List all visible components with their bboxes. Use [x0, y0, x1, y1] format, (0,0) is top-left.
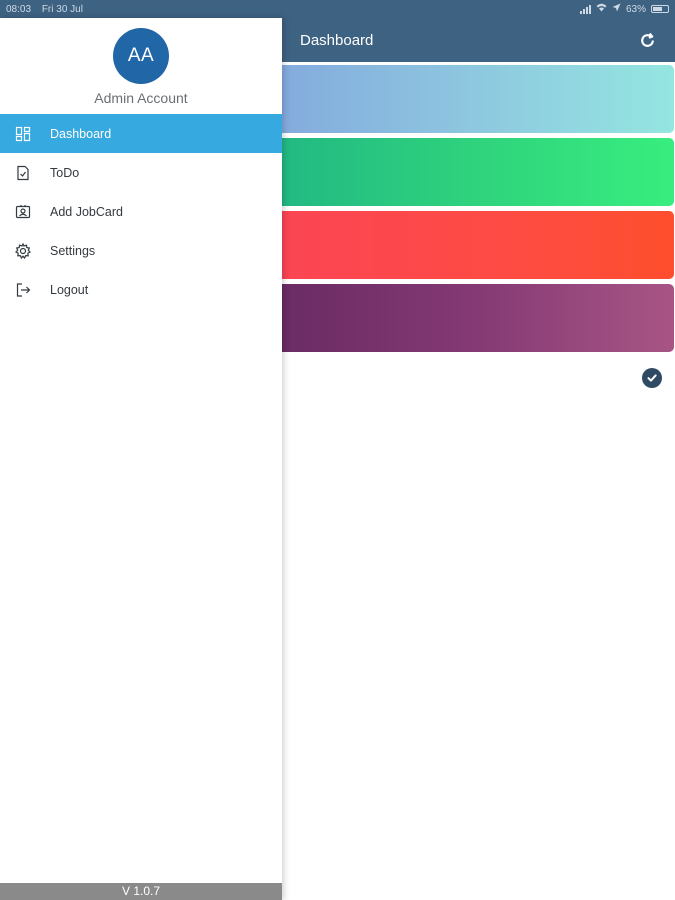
status-right: 63% [579, 3, 669, 15]
location-icon [612, 3, 621, 15]
menu-item-todo[interactable]: ToDo [0, 153, 282, 192]
account-name: Admin Account [94, 90, 188, 106]
menu-label-dashboard: Dashboard [50, 126, 112, 141]
version-label: V 1.0.7 [0, 883, 282, 900]
page-title: Dashboard [300, 31, 374, 49]
battery-icon [651, 5, 669, 13]
dashboard-card-green[interactable] [282, 138, 674, 206]
menu-label-logout: Logout [50, 282, 89, 297]
dashboard-card-red[interactable] [282, 211, 674, 279]
signal-icon [579, 4, 591, 14]
menu-label-todo: ToDo [50, 165, 80, 180]
app-header: Dashboard [282, 18, 675, 62]
gear-icon [14, 242, 32, 260]
dashboard-card-blue[interactable] [282, 65, 674, 133]
logout-icon [14, 281, 32, 299]
todo-icon [14, 164, 32, 182]
avatar[interactable]: AA [113, 28, 169, 84]
status-bar: 08:03 Fri 30 Jul 63% [0, 0, 675, 18]
menu-label-add-jobcard: Add JobCard [50, 204, 123, 219]
check-circle-icon[interactable] [642, 368, 662, 388]
status-time: 08:03 [6, 3, 32, 15]
menu-item-logout[interactable]: Logout [0, 270, 282, 309]
menu-item-add-jobcard[interactable]: Add JobCard [0, 192, 282, 231]
refresh-icon[interactable] [637, 30, 657, 50]
status-date: Fri 30 Jul [41, 3, 83, 15]
dashboard-icon [14, 125, 32, 143]
status-left: 08:03 Fri 30 Jul [6, 4, 91, 15]
menu-label-settings: Settings [50, 243, 96, 258]
wifi-icon [596, 3, 607, 15]
navigation-drawer: AA Admin Account Dashboard ToDo Add JobC… [0, 18, 282, 900]
jobcard-icon [14, 203, 32, 221]
menu-item-settings[interactable]: Settings [0, 231, 282, 270]
avatar-initials: AA [127, 45, 155, 66]
drawer-menu: Dashboard ToDo Add JobCard Settings Logo… [0, 114, 282, 309]
menu-item-dashboard[interactable]: Dashboard [0, 114, 282, 153]
dashboard-card-purple[interactable] [282, 284, 674, 352]
battery-percent: 63% [625, 3, 646, 15]
